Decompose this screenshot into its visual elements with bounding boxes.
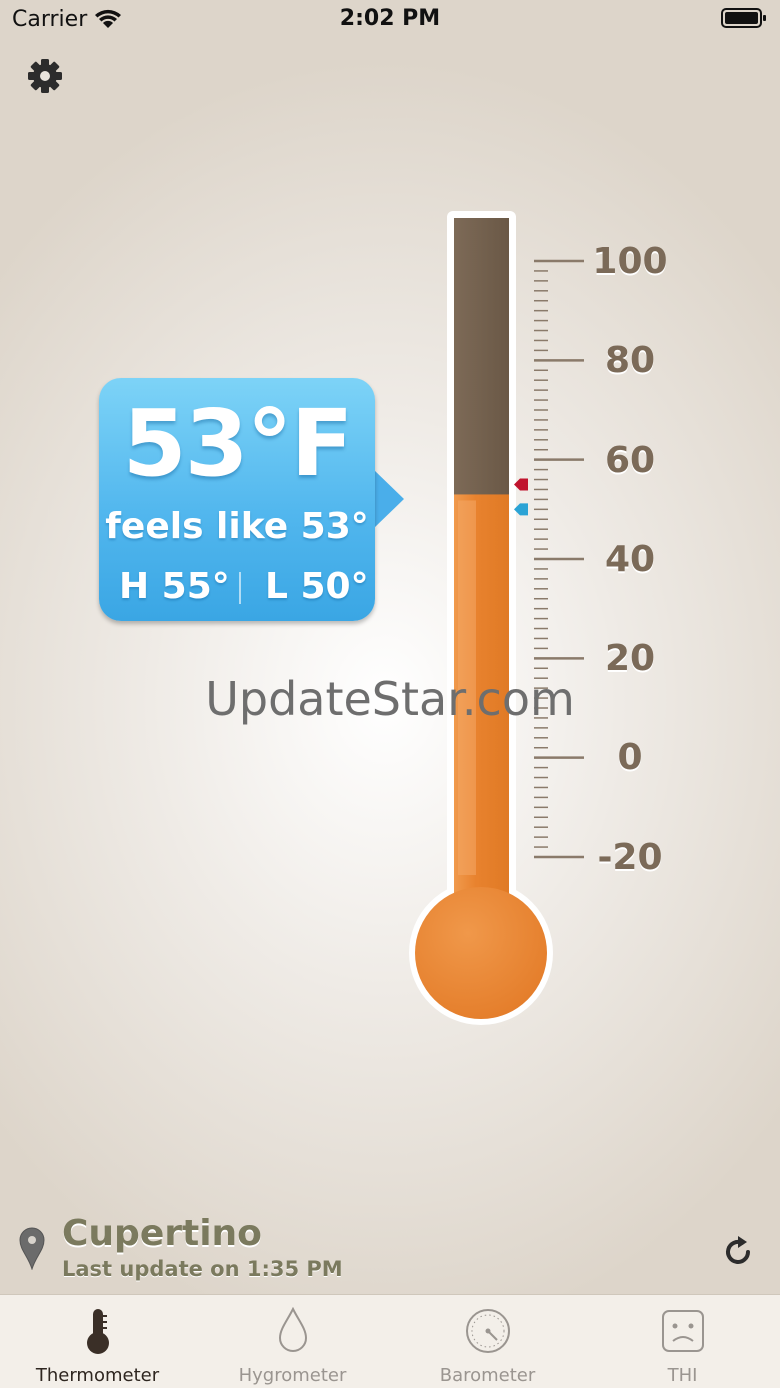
location-city: Cupertino [62, 1213, 262, 1254]
high-temp-marker [514, 478, 528, 491]
feels-like-temperature: feels like 53° [105, 506, 369, 547]
thermometer-bulb [415, 887, 547, 1019]
location-pin-icon [19, 1227, 45, 1270]
high-temperature: H 55° [119, 566, 230, 607]
droplet-icon [278, 1307, 308, 1352]
scale-label-0: 0 [617, 737, 643, 778]
watermark-text: UpdateStar.com [205, 672, 575, 726]
tab-label: Hygrometer [238, 1365, 347, 1386]
tab-label: Thermometer [35, 1365, 160, 1386]
scale-label-minus-20: -20 [597, 837, 663, 878]
tab-barometer[interactable]: Barometer [390, 1295, 585, 1388]
refresh-icon[interactable] [720, 1234, 756, 1270]
high-low-divider [239, 572, 241, 604]
low-temperature: L 50° [265, 566, 369, 607]
gauge-icon [466, 1309, 510, 1353]
thermometer-icon [87, 1309, 109, 1354]
scale-label-60: 60 [604, 440, 656, 481]
current-temperature: 53°F [122, 390, 354, 497]
low-temp-marker [514, 503, 528, 516]
tab-label: Barometer [439, 1365, 536, 1386]
temperature-bubble: 53°F feels like 53° H 55° L 50° [99, 378, 375, 621]
sad-face-icon [662, 1310, 704, 1352]
tab-label: THI [667, 1365, 698, 1386]
tab-hygrometer[interactable]: Hygrometer [195, 1295, 390, 1388]
tab-thi[interactable]: THI [585, 1295, 780, 1388]
scale-label-100: 100 [592, 241, 668, 282]
scale-label-80: 80 [604, 340, 656, 381]
scale-label-40: 40 [604, 539, 656, 580]
tab-thermometer[interactable]: Thermometer [0, 1295, 195, 1388]
bubble-pointer [372, 468, 404, 530]
tab-bar: Thermometer Hygrometer Barometer THI [0, 1294, 780, 1388]
last-update-text: Last update on 1:35 PM [62, 1257, 343, 1281]
